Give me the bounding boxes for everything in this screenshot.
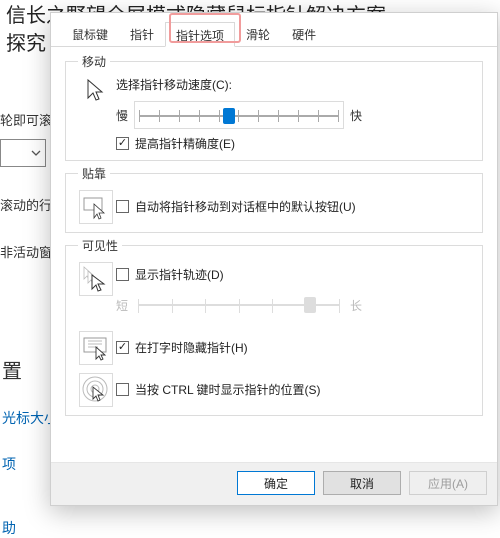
ctrl-locate-icon xyxy=(79,373,113,407)
tab-hardware[interactable]: 硬件 xyxy=(281,21,327,46)
dialog-footer: 确定 取消 应用(A) xyxy=(51,462,497,505)
pointer-trail-slider xyxy=(134,291,344,319)
mouse-properties-dialog: 鼠标键 指针 指针选项 滑轮 硬件 移动 选择指针移动速度(C): 慢 xyxy=(50,12,498,506)
enhance-precision-label: 提高指针精确度(E) xyxy=(135,135,235,152)
tab-pointer-options[interactable]: 指针选项 xyxy=(165,22,235,47)
pointer-speed-slider-wrap: 慢 快 xyxy=(116,101,472,129)
hide-typing-label: 在打字时隐藏指针(H) xyxy=(135,339,248,356)
group-snap: 贴靠 自动将指针移动到对话框中的默认按钮(U) xyxy=(65,165,483,233)
bg-scroll-lines: 滚动的行 xyxy=(0,195,50,214)
dialog-body: 移动 选择指针移动速度(C): 慢 xyxy=(51,47,497,462)
group-snap-legend: 贴靠 xyxy=(78,165,110,182)
pointer-trail-checkbox[interactable] xyxy=(116,268,129,281)
bg-dropdown[interactable] xyxy=(0,139,46,167)
pointer-speed-slider[interactable] xyxy=(134,101,344,129)
ctrl-locate-label: 当按 CTRL 键时显示指针的位置(S) xyxy=(135,381,321,398)
apply-button: 应用(A) xyxy=(409,471,487,495)
tab-wheel[interactable]: 滑轮 xyxy=(235,21,281,46)
chevron-down-icon xyxy=(31,146,41,161)
pointer-trail-icon xyxy=(79,262,113,296)
group-visibility: 可见性 xyxy=(65,237,483,416)
cancel-button[interactable]: 取消 xyxy=(323,471,401,495)
hide-typing-checkbox[interactable]: ✓ xyxy=(116,341,129,354)
bg-inactive-window: 非活动窗口 xyxy=(0,242,50,261)
pointer-trail-label: 显示指针轨迹(D) xyxy=(135,266,224,283)
tab-buttons[interactable]: 鼠标键 xyxy=(61,21,119,46)
tab-pointers[interactable]: 指针 xyxy=(119,21,165,46)
speed-slow-label: 慢 xyxy=(116,107,128,124)
dialog-tabs: 鼠标键 指针 指针选项 滑轮 硬件 xyxy=(51,13,497,47)
enhance-precision-checkbox[interactable]: ✓ xyxy=(116,137,129,150)
group-motion: 移动 选择指针移动速度(C): 慢 xyxy=(65,53,483,161)
trail-short-label: 短 xyxy=(116,297,128,314)
pointer-speed-label: 选择指针移动速度(C): xyxy=(116,76,472,93)
group-visibility-legend: 可见性 xyxy=(78,237,122,254)
trail-long-label: 长 xyxy=(350,297,362,314)
ok-button[interactable]: 确定 xyxy=(237,471,315,495)
group-motion-legend: 移动 xyxy=(78,53,110,70)
bg-link-help[interactable]: 助 xyxy=(2,518,58,538)
snap-to-checkbox[interactable] xyxy=(116,200,129,213)
bg-scroll-text: 轮即可滚 xyxy=(0,110,50,129)
snap-to-default-icon xyxy=(79,190,113,224)
hide-while-typing-icon xyxy=(79,331,113,365)
ctrl-locate-checkbox[interactable] xyxy=(116,383,129,396)
background-left-panel: 轮即可滚 滚动的行 非活动窗口 xyxy=(0,110,50,261)
speed-fast-label: 快 xyxy=(350,107,362,124)
snap-to-label: 自动将指针移动到对话框中的默认按钮(U) xyxy=(135,198,356,215)
cursor-arrow-icon xyxy=(85,78,107,107)
